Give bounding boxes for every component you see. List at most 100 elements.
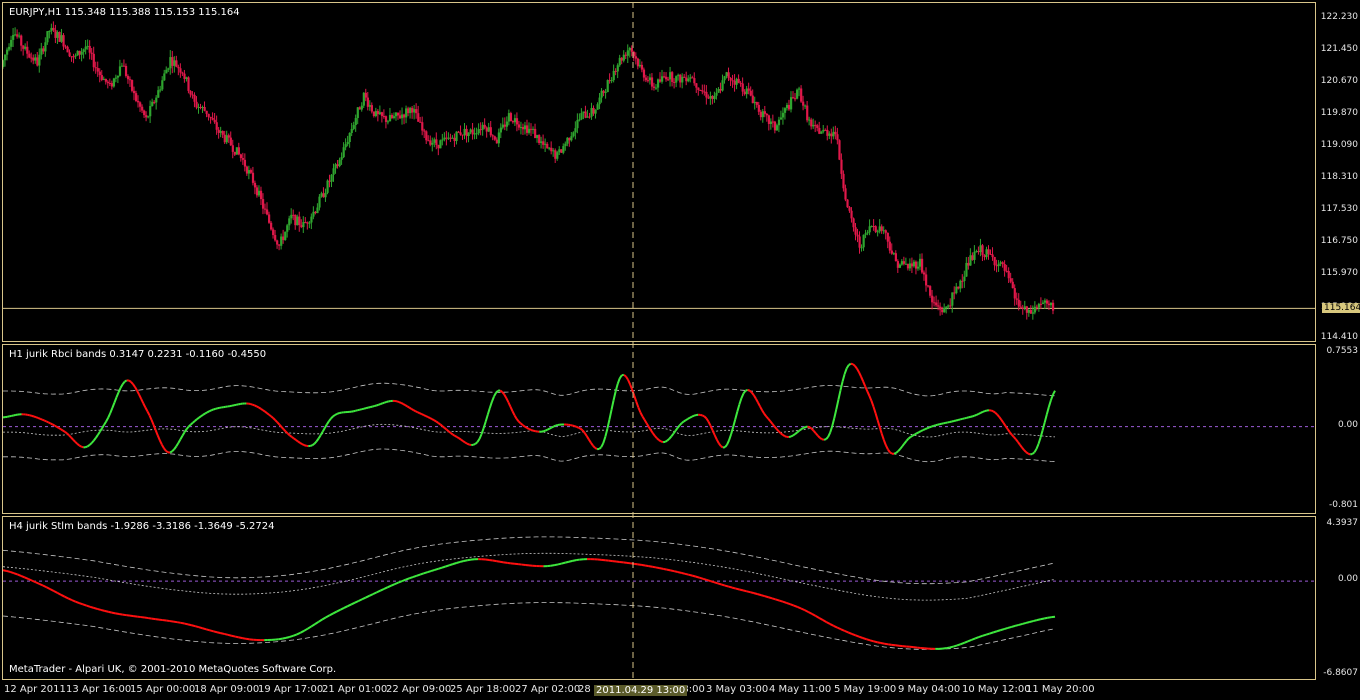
candle bbox=[509, 111, 513, 122]
indicator-segment bbox=[953, 644, 958, 648]
candle bbox=[554, 148, 557, 163]
indicator-segment bbox=[706, 578, 711, 582]
indicator-segment bbox=[119, 383, 124, 389]
indicator-segment bbox=[128, 379, 132, 383]
indicator-segment bbox=[198, 415, 202, 419]
candle bbox=[693, 72, 696, 86]
candle bbox=[427, 135, 430, 142]
indicator-segment bbox=[152, 424, 157, 431]
indicator-segment bbox=[9, 571, 15, 575]
candle bbox=[521, 123, 525, 135]
indicator-segment bbox=[401, 578, 407, 583]
candle bbox=[10, 35, 13, 51]
candle bbox=[263, 203, 267, 214]
indicator-segment bbox=[107, 610, 113, 614]
candle bbox=[165, 66, 168, 74]
candle bbox=[652, 82, 656, 91]
indicator-segment bbox=[732, 419, 737, 428]
indicator-segment bbox=[423, 571, 428, 575]
indicator-segment bbox=[462, 440, 466, 444]
candle bbox=[78, 50, 81, 60]
candle bbox=[812, 118, 815, 129]
indicator-segment bbox=[118, 613, 123, 616]
candle bbox=[733, 74, 736, 92]
candle bbox=[185, 76, 188, 82]
indicator-segment bbox=[474, 441, 479, 445]
indicator-segment bbox=[353, 409, 356, 413]
indicator-segment bbox=[169, 620, 174, 623]
candle bbox=[205, 110, 208, 118]
candle bbox=[794, 93, 797, 102]
candle bbox=[608, 73, 611, 84]
indicator-segment bbox=[724, 444, 728, 448]
indicator-segment bbox=[158, 439, 163, 446]
candle bbox=[572, 131, 575, 138]
rbci-pane[interactable]: H1 jurik Rbci bands 0.3147 0.2231 -0.116… bbox=[2, 344, 1316, 514]
stlm-pane-title: H4 jurik Stlm bands -1.9286 -3.3186 -1.3… bbox=[9, 521, 275, 532]
indicator-segment bbox=[286, 432, 291, 437]
candle bbox=[354, 114, 357, 132]
candle bbox=[388, 107, 392, 122]
candle bbox=[128, 76, 132, 87]
indicator-segment bbox=[202, 412, 206, 416]
indicator-segment bbox=[202, 627, 207, 631]
indicator-segment bbox=[376, 589, 381, 594]
indicator-segment bbox=[598, 446, 602, 450]
indicator-segment bbox=[194, 418, 198, 422]
indicator-segment bbox=[639, 411, 644, 417]
indicator-segment bbox=[782, 434, 786, 437]
candle bbox=[449, 133, 452, 142]
candle bbox=[773, 120, 777, 134]
indicator-segment bbox=[872, 406, 877, 414]
candle bbox=[259, 186, 263, 206]
candle bbox=[80, 47, 83, 62]
candle bbox=[149, 100, 152, 124]
candle bbox=[582, 111, 585, 120]
indicator-segment bbox=[974, 636, 980, 640]
candle bbox=[955, 282, 958, 295]
candle bbox=[806, 101, 809, 123]
indicator-segment bbox=[146, 410, 151, 416]
candle bbox=[272, 227, 275, 239]
time-axis-label: 9 May 04:00 bbox=[898, 684, 961, 695]
candle bbox=[346, 135, 349, 147]
indicator-segment bbox=[260, 407, 264, 411]
indicator-segment bbox=[811, 613, 817, 617]
scale-label: 116.750 bbox=[1320, 236, 1358, 246]
indicator-segment bbox=[45, 420, 49, 424]
indicator-segment bbox=[720, 445, 724, 449]
candle bbox=[648, 73, 652, 85]
candle bbox=[96, 61, 99, 77]
candle bbox=[846, 199, 849, 208]
indicator-segment bbox=[1041, 422, 1046, 431]
candle bbox=[489, 121, 492, 138]
indicator-segment bbox=[742, 390, 747, 394]
indicator-segment bbox=[454, 434, 458, 438]
candle bbox=[654, 84, 658, 90]
price-pane[interactable]: EURJPY,H1 115.348 115.388 115.153 115.16… bbox=[2, 2, 1316, 342]
indicator-segment bbox=[313, 440, 318, 445]
candle bbox=[403, 113, 406, 125]
candle bbox=[451, 135, 454, 139]
indicator-segment bbox=[46, 586, 51, 590]
candle bbox=[612, 64, 615, 83]
indicator-segment bbox=[20, 574, 26, 579]
indicator-segment bbox=[74, 441, 78, 445]
candle bbox=[384, 115, 388, 129]
candle bbox=[1011, 278, 1014, 289]
indicator-segment bbox=[52, 423, 56, 427]
stlm-pane[interactable]: H4 jurik Stlm bands -1.9286 -3.3186 -1.3… bbox=[2, 516, 1316, 680]
candle bbox=[483, 118, 486, 130]
indicator-segment bbox=[176, 621, 181, 624]
indicator-segment bbox=[24, 576, 29, 580]
candle bbox=[967, 256, 970, 270]
candle bbox=[175, 55, 178, 68]
indicator-segment bbox=[852, 363, 856, 367]
candle bbox=[207, 113, 210, 121]
indicator-segment bbox=[171, 448, 175, 453]
indicator-segment bbox=[486, 407, 491, 416]
candle bbox=[663, 71, 666, 79]
stlm-scale: 4.3937 0.00 -6.8607 bbox=[1316, 516, 1360, 680]
candle bbox=[298, 211, 301, 232]
candle bbox=[1007, 267, 1010, 283]
